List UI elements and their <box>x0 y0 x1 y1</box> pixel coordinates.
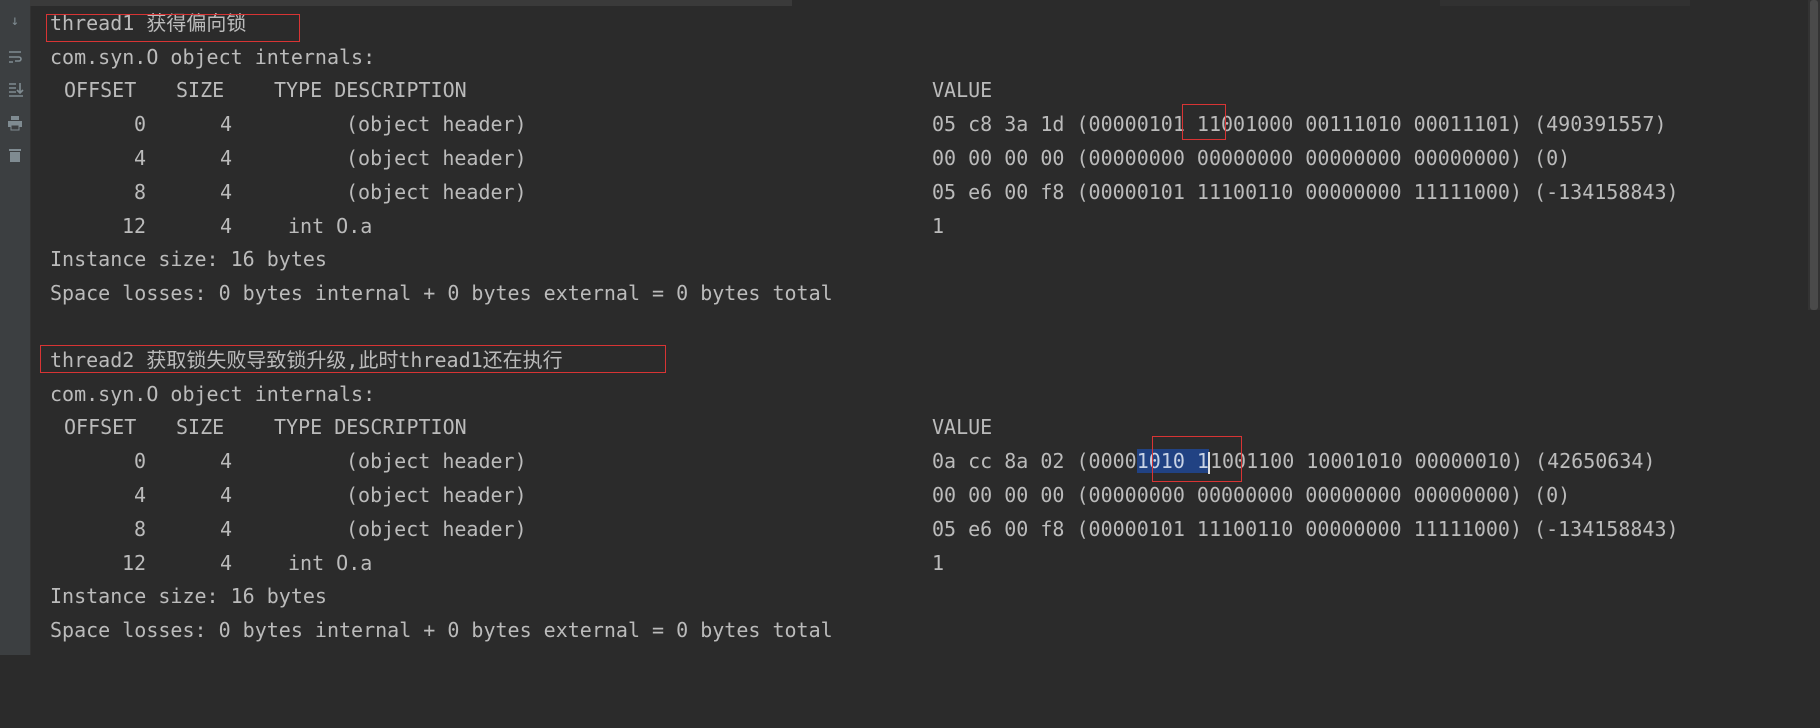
row-size: 4 <box>220 551 233 575</box>
row-description: (object header) <box>346 517 527 541</box>
row-value: 00 00 00 00 (00000000 00000000 00000000 … <box>932 483 1571 507</box>
block2-object-line: com.syn.O object internals: <box>50 382 376 406</box>
table-row: 12 4 int O.a 1 <box>50 211 1810 241</box>
editor-top-strip-right <box>1440 0 1690 6</box>
row-size: 4 <box>220 483 233 507</box>
selected-text[interactable]: 1010 1 <box>1136 449 1209 473</box>
arrow-down-icon[interactable]: ↓ <box>6 12 24 30</box>
console-toolbar: ↓ <box>0 0 31 655</box>
row-size: 4 <box>220 180 233 204</box>
row-size: 4 <box>220 146 233 170</box>
table-row: 0 4 (object header) 0a cc 8a 02 (0000101… <box>50 446 1810 476</box>
block1-instance-size: Instance size: 16 bytes <box>50 247 327 271</box>
row-description: int O.a <box>288 551 373 575</box>
trash-icon[interactable] <box>6 146 24 164</box>
row-offset: 0 <box>134 449 147 473</box>
block1-space-losses: Space losses: 0 bytes internal + 0 bytes… <box>50 281 833 305</box>
row-value: 1 <box>932 551 945 575</box>
row-value: 0a cc 8a 02 (00001010 11001100 10001010 … <box>932 446 1655 476</box>
value-part: 0a cc 8a 02 (0000 <box>932 449 1137 473</box>
block1-title: thread1 获得偏向锁 <box>50 11 247 35</box>
row-offset: 4 <box>134 483 147 507</box>
row-value: 05 c8 3a 1d (00000101 11001000 00111010 … <box>932 109 1667 139</box>
row-offset: 0 <box>134 112 147 136</box>
scrollbar-thumb[interactable] <box>1810 0 1818 310</box>
row-value: 00 00 00 00 (00000000 00000000 00000000 … <box>932 146 1571 170</box>
value-part: 11001000 00111010 00011101) (490391557) <box>1184 112 1667 136</box>
row-value: 05 e6 00 f8 (00000101 11100110 00000000 … <box>932 517 1679 541</box>
header-size: SIZE <box>176 415 225 439</box>
row-offset: 4 <box>134 146 147 170</box>
header-value: VALUE <box>932 415 993 439</box>
table-row: 12 4 int O.a 1 <box>50 548 1810 578</box>
row-value: 05 e6 00 f8 (00000101 11100110 00000000 … <box>932 180 1679 204</box>
block1-header-row: OFFSET SIZE TYPE DESCRIPTION VALUE <box>50 75 1810 105</box>
block1-object-line: com.syn.O object internals: <box>50 45 376 69</box>
value-lock-bits: 101 <box>1148 112 1185 136</box>
value-part: 1001100 10001010 00000010) (42650634) <box>1209 449 1656 473</box>
block2-title: thread2 获取锁失败导致锁升级,此时thread1还在执行 <box>50 348 563 372</box>
row-size: 4 <box>220 449 233 473</box>
row-size: 4 <box>220 112 233 136</box>
row-description: (object header) <box>346 180 527 204</box>
row-description: (object header) <box>346 112 527 136</box>
block2-header-row: OFFSET SIZE TYPE DESCRIPTION VALUE <box>50 412 1810 442</box>
editor-top-strip <box>30 0 792 6</box>
row-description: (object header) <box>346 483 527 507</box>
row-size: 4 <box>220 517 233 541</box>
header-type-description: TYPE DESCRIPTION <box>274 415 467 439</box>
header-type-description: TYPE DESCRIPTION <box>274 78 467 102</box>
row-value: 1 <box>932 214 945 238</box>
table-row: 4 4 (object header) 00 00 00 00 (0000000… <box>50 480 1810 510</box>
table-row: 8 4 (object header) 05 e6 00 f8 (0000010… <box>50 514 1810 544</box>
table-row: 0 4 (object header) 05 c8 3a 1d (0000010… <box>50 109 1810 139</box>
print-icon[interactable] <box>6 114 24 132</box>
value-part: 05 c8 3a 1d (00000 <box>932 112 1149 136</box>
block2-instance-size: Instance size: 16 bytes <box>50 584 327 608</box>
row-description: (object header) <box>346 449 527 473</box>
header-offset: OFFSET <box>64 78 137 102</box>
row-offset: 12 <box>122 551 147 575</box>
row-offset: 8 <box>134 517 147 541</box>
scroll-to-end-icon[interactable] <box>6 80 24 98</box>
block2-space-losses: Space losses: 0 bytes internal + 0 bytes… <box>50 618 833 642</box>
soft-wrap-icon[interactable] <box>6 48 24 66</box>
table-row: 4 4 (object header) 00 00 00 00 (0000000… <box>50 143 1810 173</box>
header-offset: OFFSET <box>64 415 137 439</box>
row-offset: 12 <box>122 214 147 238</box>
table-row: 8 4 (object header) 05 e6 00 f8 (0000010… <box>50 177 1810 207</box>
row-size: 4 <box>220 214 233 238</box>
header-size: SIZE <box>176 78 225 102</box>
row-description: (object header) <box>346 146 527 170</box>
row-description: int O.a <box>288 214 373 238</box>
header-value: VALUE <box>932 78 993 102</box>
row-offset: 8 <box>134 180 147 204</box>
